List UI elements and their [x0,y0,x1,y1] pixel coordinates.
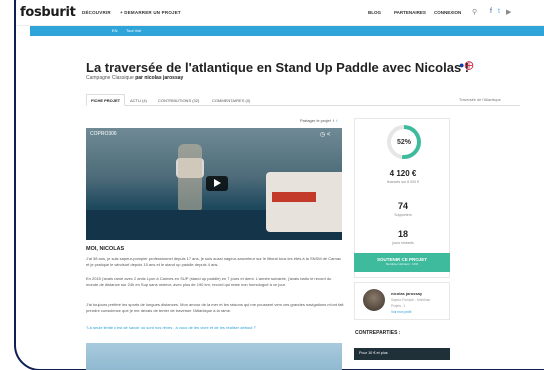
share-icon[interactable]: < [327,132,331,138]
nav-partners[interactable]: PARTENAIRES [394,10,426,15]
twitter-icon[interactable]: t [498,8,500,15]
paragraph-1: J'ai 38 ans, je suis sapeur-pompier prof… [86,256,342,267]
subbar-item-all[interactable]: Tout Voir [126,28,142,33]
nav-blog[interactable]: BLOG [368,10,381,15]
top-navbar: fosburit DÉCOUVRIR + DEMARRER UN PROJET … [16,2,544,26]
facebook-icon[interactable]: f [490,8,492,15]
video-paddler-body [178,144,202,210]
support-button-sub: Nombre minimum : 10 € [385,262,418,266]
counterpart-label: Pour 10 € et plus [359,351,388,355]
youtube-icon[interactable]: ▶ [506,8,511,16]
language-flags[interactable]: ●⨁ [459,60,473,71]
tab-comments[interactable]: COMMENTAIRES (0) [208,96,254,105]
sub-navbar: EN Tout Voir [30,26,544,36]
nav-start-project[interactable]: + DEMARRER UN PROJET [120,10,181,15]
uk-flag-icon[interactable]: ⨁ [464,60,473,70]
content-image [86,343,342,370]
clock-icon[interactable]: ◷ [320,132,325,138]
facebook-share-icon[interactable]: f [332,118,334,123]
progress-ring: 52% [387,125,421,159]
video-boat [266,172,342,232]
paragraph-2: En 2015 j'avais ramé avec 2 amis Lyon à … [86,276,332,287]
support-project-button[interactable]: SOUTENIR CE PROJET Nombre minimum : 10 € [354,253,450,272]
section-heading: MOI, NICOLAS [86,246,125,252]
progress-percent: 52% [391,129,417,155]
supporters-count: 74 [397,201,408,211]
author-profile-link[interactable]: Voir mon profil [391,310,411,314]
tab-news[interactable]: ACTU (4) [126,96,151,105]
tab-project-sheet[interactable]: FICHE PROJET [86,94,126,106]
supporters-label: Supporters [394,213,412,217]
project-subtitle: Campagne Classique par nicolas jarossay [86,75,183,81]
paragraph-4: "Là seule limite c'est de savoir où sont… [86,325,257,330]
support-button-label: SOUTENIR CE PROJET [376,257,427,262]
amount-raised: 4 120 € [389,169,417,178]
project-title: La traversée de l'atlantique en Stand Up… [86,60,470,75]
nav-discover[interactable]: DÉCOUVRIR [82,10,111,15]
share-label: Partager le projet [300,118,331,123]
days-left: 18 [397,229,408,239]
share-row: Partager le projet f t [300,118,337,123]
paragraph-3: J'ai toujours préféré les sports de long… [86,302,344,313]
search-icon[interactable]: ⚲ [472,8,477,16]
days-left-label: jours restants [392,241,414,245]
site-logo[interactable]: fosburit [20,5,76,20]
counterpart-item[interactable]: Pour 10 € et plus [354,348,450,360]
project-tabs: FICHE PROJET ACTU (4) CONTRIBUTIONS (32)… [86,94,520,106]
video-controls: ◷ < [320,131,330,138]
twitter-share-icon[interactable]: t [335,118,337,123]
subbar-item-lang[interactable]: EN [112,28,118,33]
author-name[interactable]: nicolas jarossay [391,291,422,296]
author-projects: Projets : 1 [391,304,406,308]
avatar[interactable] [363,289,385,311]
location-label: Traversée de l'Atlantique [459,98,501,102]
project-author-link[interactable]: par nicolas jarossay [135,75,183,81]
video-label: COPRO306 [90,131,117,137]
project-video[interactable]: COPRO306 ◷ < [86,128,342,240]
counterparts-title: CONTREPARTIES : [355,330,401,336]
author-meta: Sapeur-Pompier - Morbihan [391,298,431,302]
nav-login[interactable]: CONNEXION [434,10,461,15]
author-card: nicolas jarossay Sapeur-Pompier - Morbih… [354,282,450,320]
amount-goal: financés sur 8 000 € [386,180,420,184]
tab-contributions[interactable]: CONTRIBUTIONS (32) [154,96,203,105]
campaign-type: Campagne Classique [86,75,134,81]
play-button[interactable] [206,176,228,191]
